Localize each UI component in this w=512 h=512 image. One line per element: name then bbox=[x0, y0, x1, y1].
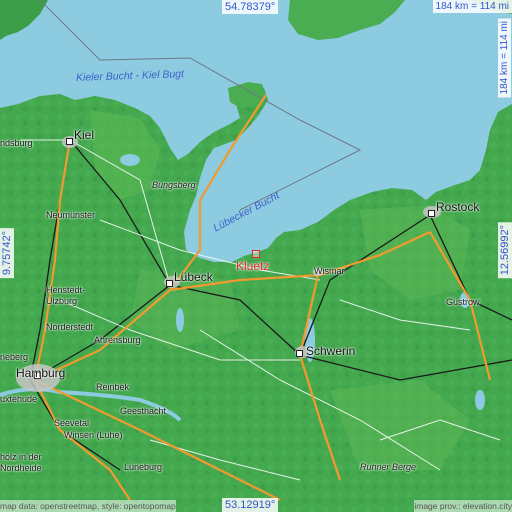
city-label-kiel[interactable]: Kiel bbox=[74, 128, 94, 142]
coord-left-longitude: 9.75742° bbox=[0, 228, 14, 279]
target-location-marker[interactable] bbox=[252, 250, 260, 258]
attribution-image-provider: image prov.: elevation.city bbox=[414, 500, 512, 512]
lake-ploen bbox=[120, 154, 140, 166]
city-label-luebeck[interactable]: Lübeck bbox=[174, 270, 213, 284]
town-label-wismar: Wismar bbox=[314, 266, 345, 276]
attribution-map-data: map data: openstreetmap, style: opentopo… bbox=[0, 500, 176, 512]
town-label-guestrow: Güstrow bbox=[446, 297, 480, 307]
terrain-map[interactable]: Kluetz Kieler Bucht - Kiel Bugt Lübecker… bbox=[0, 0, 512, 512]
coord-right-longitude: 12.56992° bbox=[498, 222, 512, 279]
town-label-buxtehude: uxtehude bbox=[0, 394, 38, 404]
city-label-hamburg[interactable]: Hamburg bbox=[16, 366, 65, 380]
lake-ratzeburg bbox=[176, 308, 184, 332]
city-marker-luebeck[interactable] bbox=[166, 280, 173, 287]
place-label-bungsberg: Bungsberg bbox=[152, 180, 196, 190]
city-label-rostock[interactable]: Rostock bbox=[436, 200, 479, 214]
town-label-norderstedt: Norderstedt bbox=[46, 322, 94, 332]
place-label-ruhner-berge: Ruhner Berge bbox=[360, 462, 417, 472]
city-marker-schwerin[interactable] bbox=[296, 350, 303, 357]
coord-bottom-latitude: 53.12919° bbox=[222, 498, 279, 512]
town-label-neumuenster: Neumünster bbox=[46, 210, 96, 220]
scale-bar-right: 184 km = 114 mi bbox=[498, 18, 511, 98]
town-label-henstedt: Henstedt- Ulzburg bbox=[46, 285, 86, 306]
target-location-label: Kluetz bbox=[236, 259, 270, 273]
scale-bar-top: 184 km = 114 mi bbox=[432, 0, 512, 13]
town-label-winsen: Winsen (Luhe) bbox=[64, 430, 123, 440]
lake-krakow bbox=[475, 390, 485, 410]
town-label-pinneberg: neberg bbox=[0, 352, 29, 362]
city-marker-kiel[interactable] bbox=[66, 138, 73, 145]
town-label-reinbek: Reinbek bbox=[96, 382, 130, 392]
town-label-lueneburg: Lüneburg bbox=[124, 462, 163, 472]
town-label-buchholz: holz in der Nordheide bbox=[0, 452, 42, 473]
town-label-rendsburg: ndsburg bbox=[0, 138, 33, 148]
coord-top-latitude: 54.78379° bbox=[222, 0, 279, 14]
city-label-schwerin[interactable]: Schwerin bbox=[306, 344, 355, 358]
town-label-ahrensburg: Ahrensburg bbox=[94, 335, 141, 345]
city-marker-rostock[interactable] bbox=[428, 210, 435, 217]
town-label-geesthacht: Geesthacht bbox=[120, 406, 167, 416]
town-label-seevetal: Seevetal bbox=[54, 418, 90, 428]
